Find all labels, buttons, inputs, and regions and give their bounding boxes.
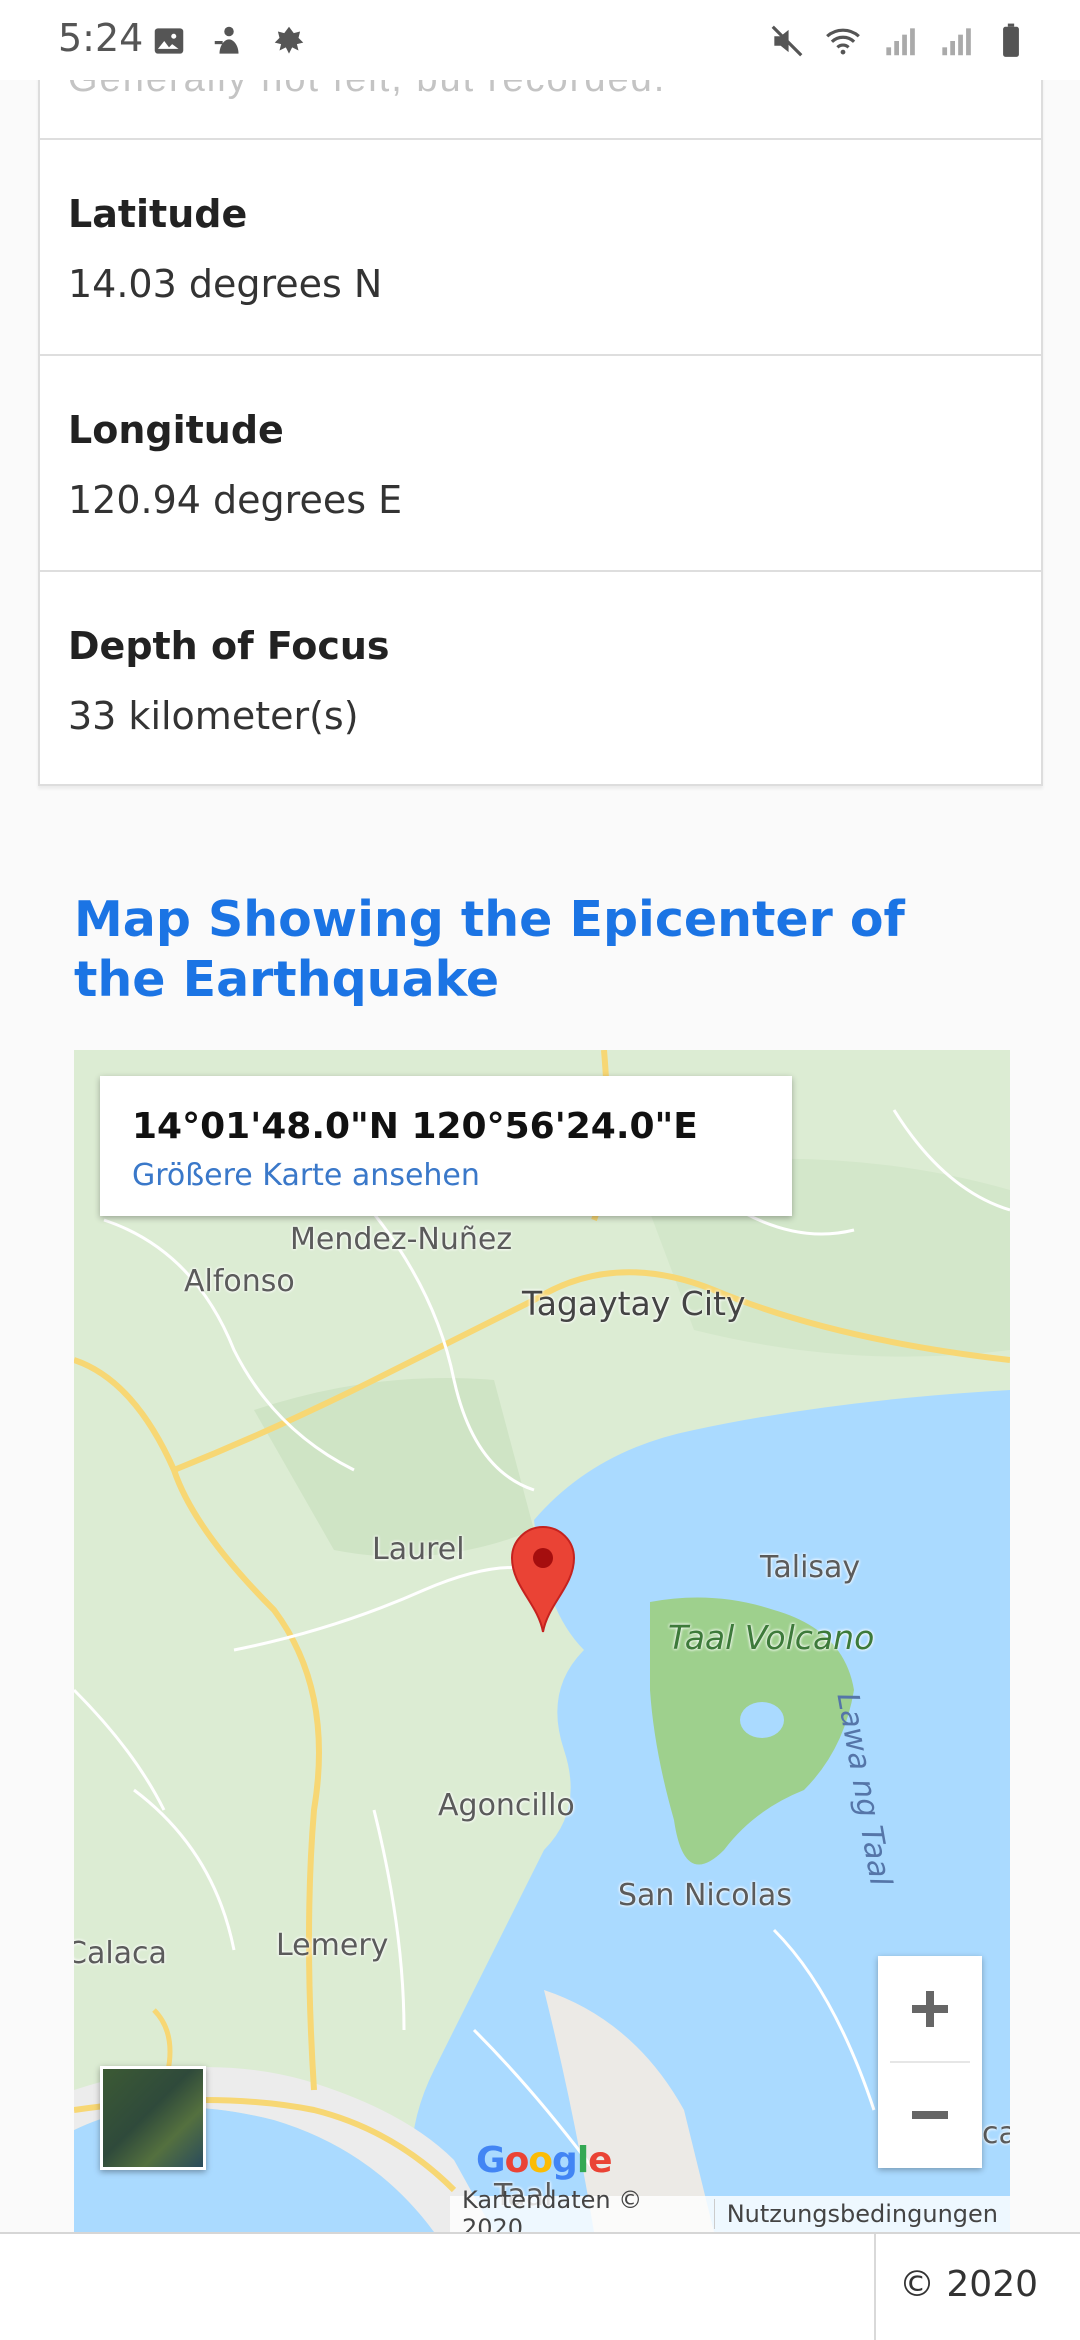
image-icon <box>154 28 184 54</box>
map-label-agoncillo: Agoncillo <box>438 1788 575 1823</box>
map-section-title: Map Showing the Epicenter of the Earthqu… <box>74 891 905 1008</box>
terms-link[interactable]: Nutzungsbedingungen <box>715 2200 1010 2228</box>
map-label-mendez: Mendez-Nuñez <box>290 1222 513 1257</box>
mascot-icon <box>214 26 239 54</box>
map-coordinates: 14°01'48.0"N 120°56'24.0"E <box>132 1106 698 1147</box>
leaf-icon <box>274 26 304 54</box>
earthquake-details-card: Latitude 14.03 degrees N Longitude 120.9… <box>38 40 1043 786</box>
latitude-label: Latitude <box>68 192 248 236</box>
map-label-san-nicolas: San Nicolas <box>618 1878 792 1913</box>
longitude-value: 120.94 degrees E <box>68 478 403 522</box>
map-label-edge: ca <box>982 2116 1010 2151</box>
map-label-talisay: Talisay <box>760 1550 861 1585</box>
google-logo: Google <box>476 2140 613 2181</box>
wifi-icon <box>826 28 860 55</box>
plus-icon <box>912 1991 948 2027</box>
status-bar: 5:24 <box>0 0 1080 80</box>
mute-icon <box>771 25 803 57</box>
depth-value: 33 kilometer(s) <box>68 694 359 738</box>
latitude-value: 14.03 degrees N <box>68 262 383 306</box>
map-label-lemery: Lemery <box>276 1928 389 1963</box>
zoom-out-button[interactable] <box>878 2062 982 2168</box>
longitude-label: Longitude <box>68 408 284 452</box>
epicenter-map[interactable]: 14°01'48.0"N 120°56'24.0"E Größere Karte… <box>74 1050 1010 2232</box>
map-info-window: 14°01'48.0"N 120°56'24.0"E Größere Karte… <box>100 1076 792 1216</box>
map-label-tagaytay: Tagaytay City <box>522 1284 746 1323</box>
footer-copyright: © 2020 <box>898 2264 1038 2305</box>
page-footer: © 2020 <box>0 2232 1080 2340</box>
map-label-taal-volcano: Taal Volcano <box>668 1618 875 1657</box>
minus-icon <box>912 2111 948 2119</box>
map-label-calaca: Calaca <box>74 1936 167 1971</box>
map-label-laurel: Laurel <box>372 1532 465 1567</box>
footer-left-panel <box>0 2234 876 2340</box>
map-attribution-bar: Kartendaten © 2020 Nutzungsbedingungen <box>450 2186 1010 2232</box>
detail-row-latitude: Latitude 14.03 degrees N <box>40 138 1041 354</box>
map-label-alfonso: Alfonso <box>184 1264 295 1299</box>
signal-icon <box>942 28 971 56</box>
map-data-attribution: Kartendaten © 2020 <box>462 2186 643 2232</box>
battery-icon <box>1003 23 1019 57</box>
signal-icon <box>886 28 915 56</box>
status-time: 5:24 <box>58 16 144 60</box>
epicenter-marker-icon[interactable] <box>508 1524 578 1634</box>
detail-row-longitude: Longitude 120.94 degrees E <box>40 354 1041 570</box>
zoom-in-button[interactable] <box>878 1956 982 2062</box>
detail-row-depth: Depth of Focus 33 kilometer(s) <box>40 570 1041 784</box>
zoom-controls <box>878 1956 982 2168</box>
larger-map-link[interactable]: Größere Karte ansehen <box>132 1158 480 1193</box>
depth-label: Depth of Focus <box>68 624 390 668</box>
satellite-view-toggle[interactable] <box>100 2066 206 2170</box>
